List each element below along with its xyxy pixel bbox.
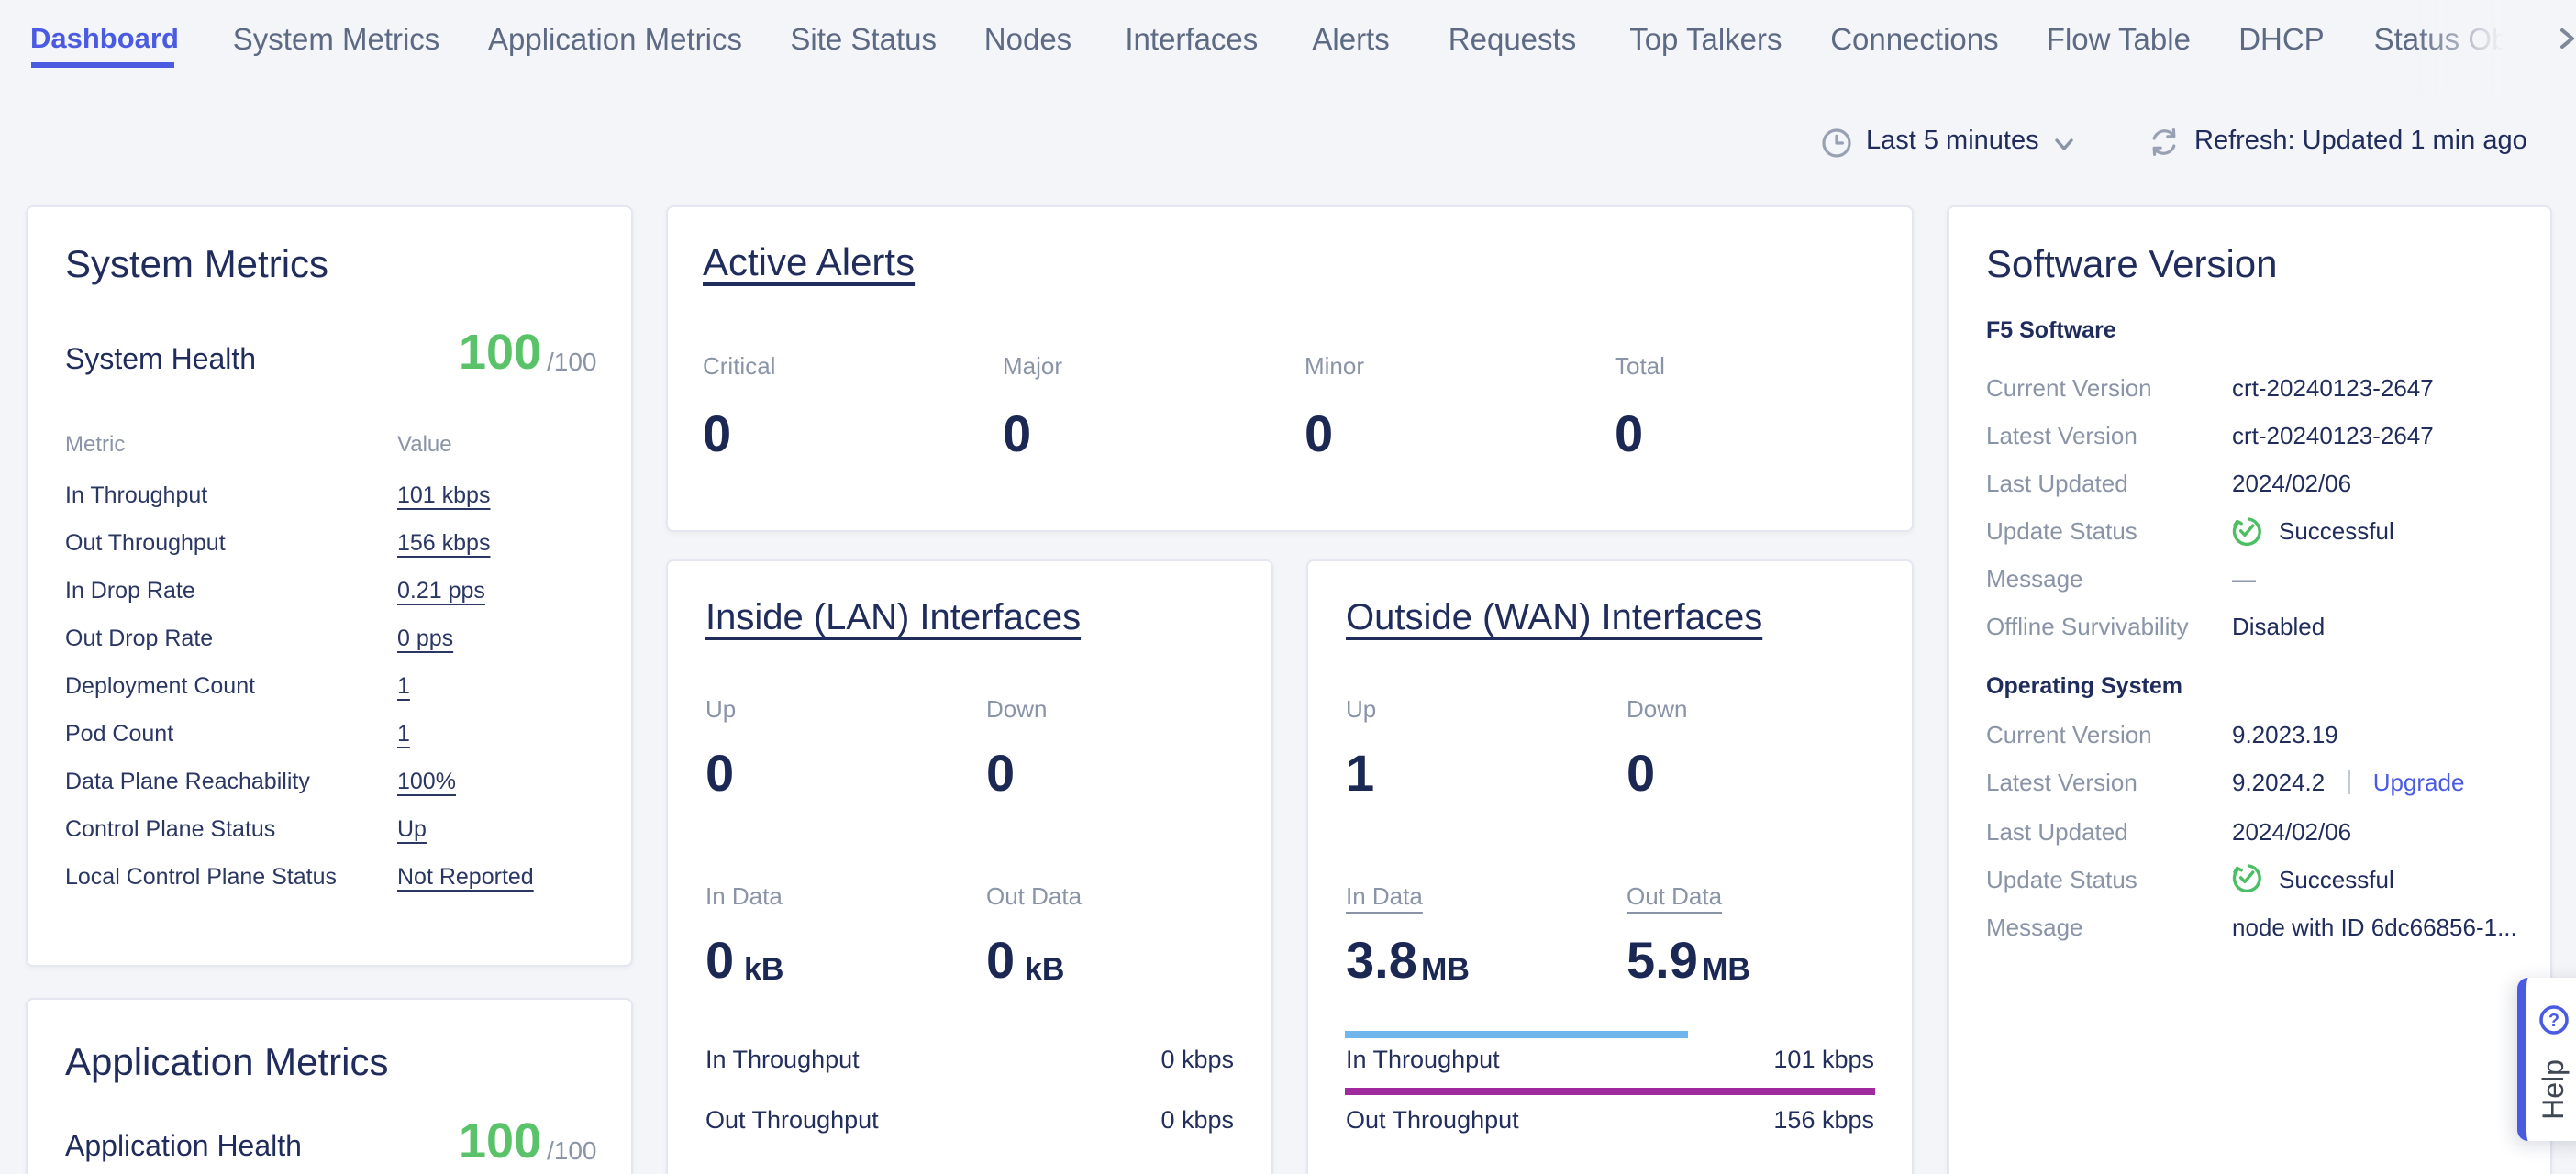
svg-text:?: ? (2548, 1010, 2559, 1030)
